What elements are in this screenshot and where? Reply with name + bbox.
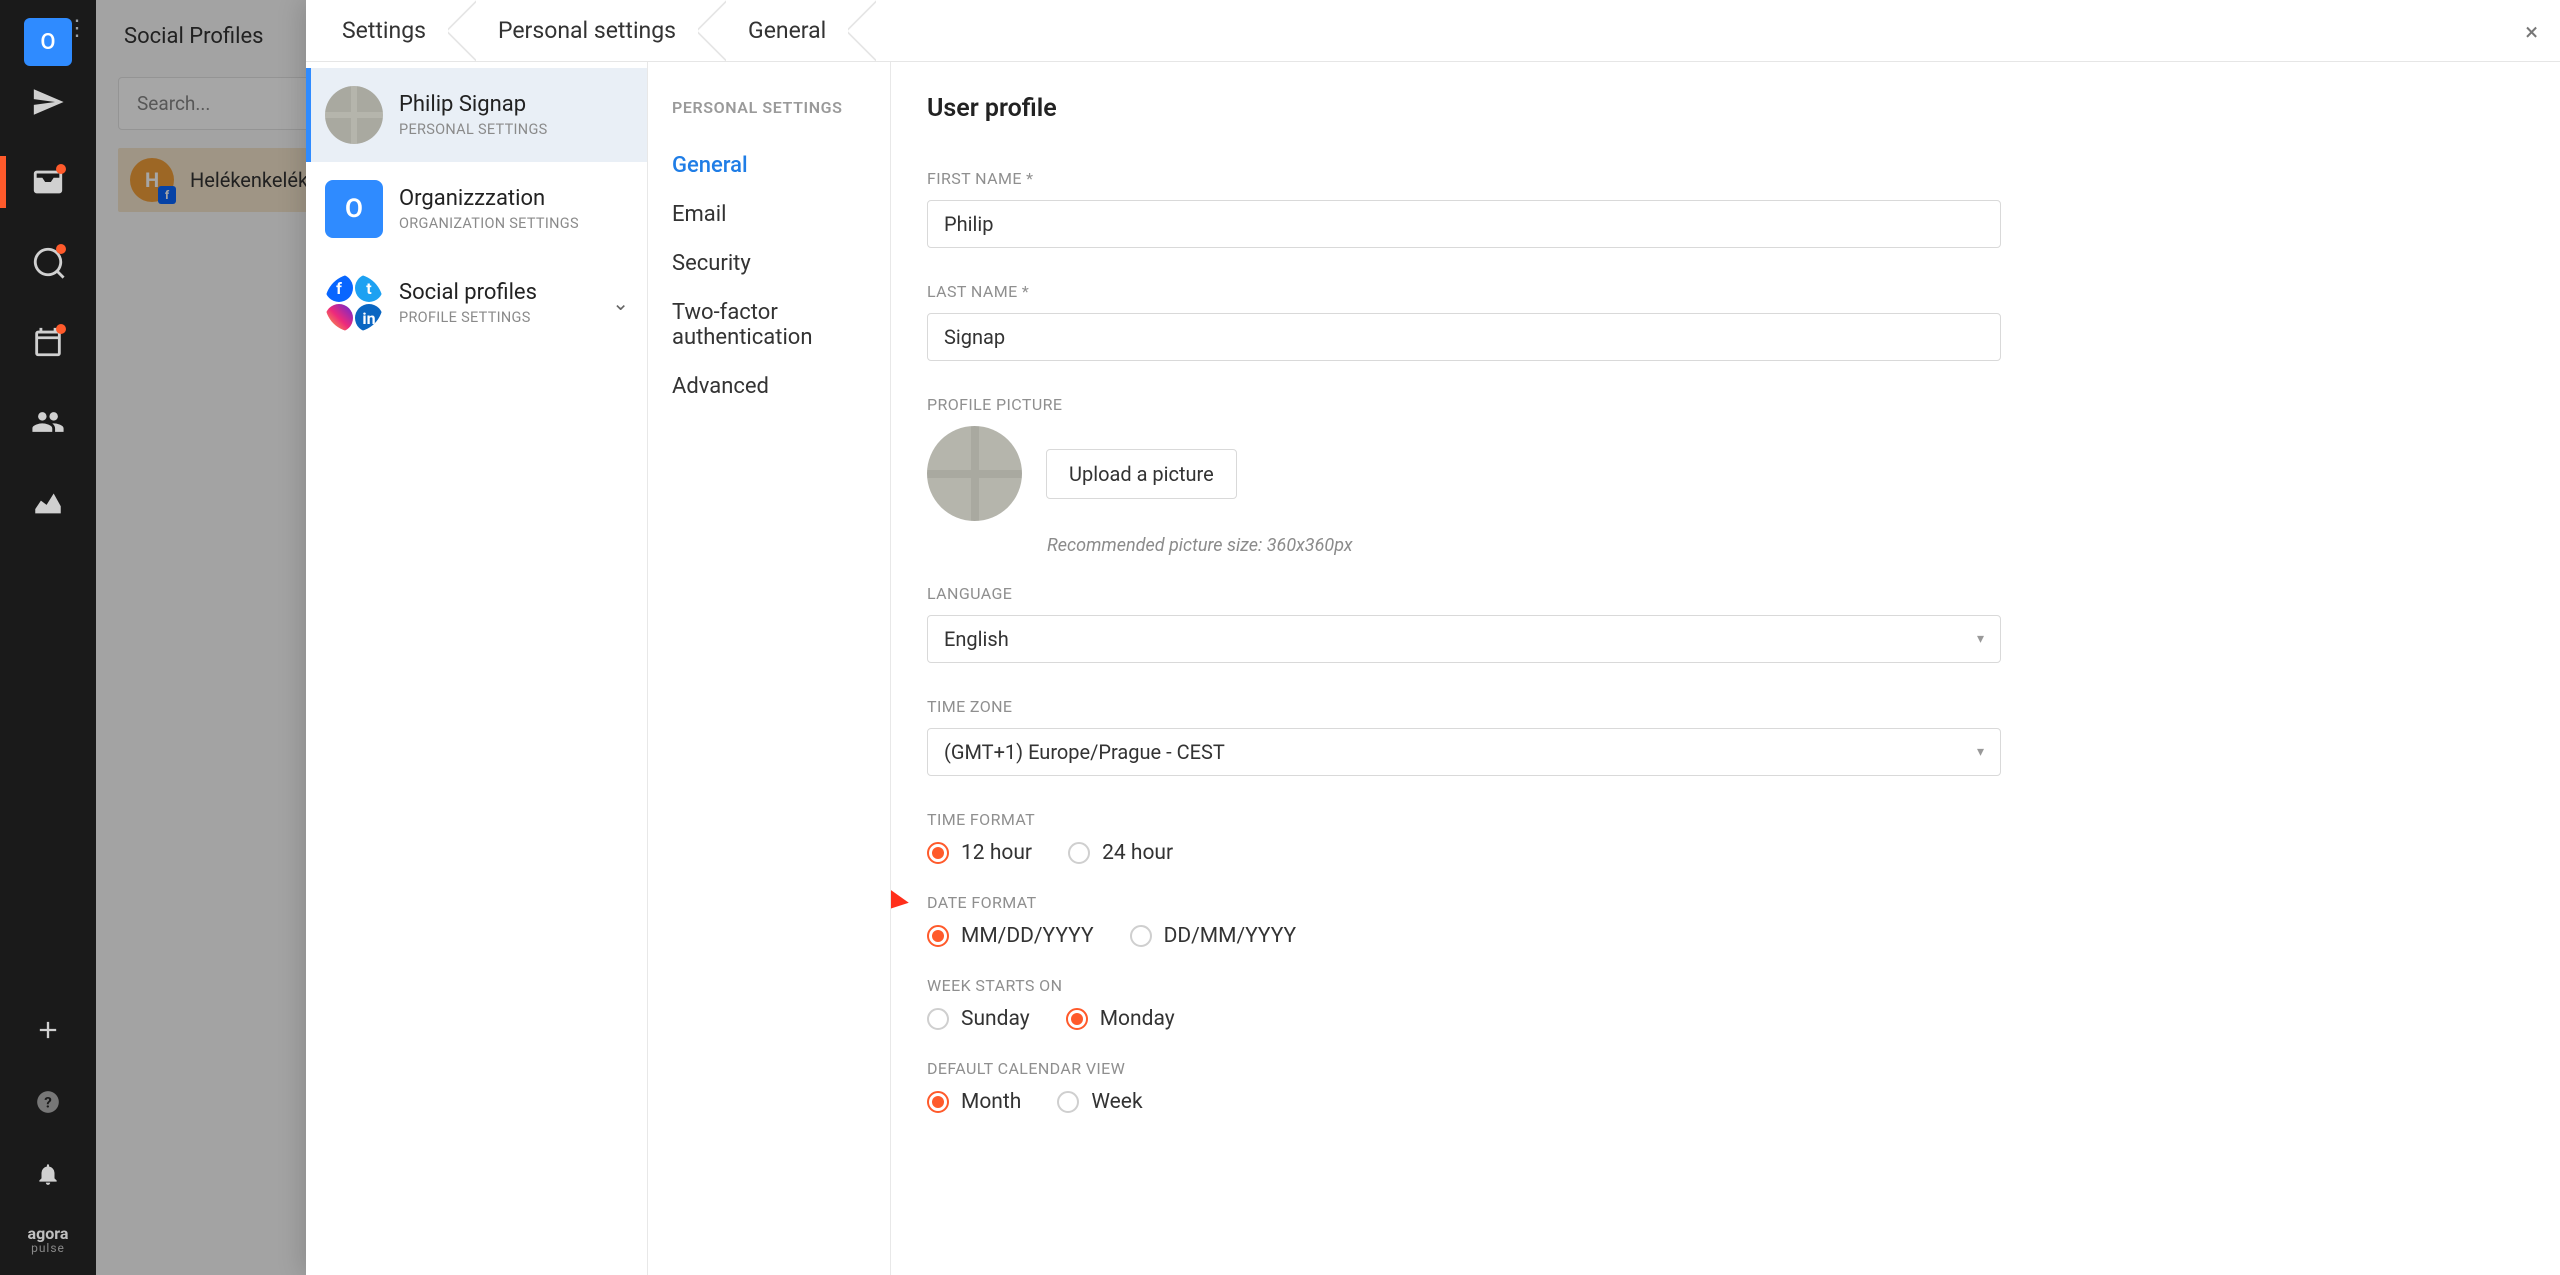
avatar xyxy=(325,86,383,144)
account-organization[interactable]: O Organizzzation ORGANIZATION SETTINGS xyxy=(306,162,647,256)
time-format-24h[interactable]: 24 hour xyxy=(1068,841,1173,865)
workspace-switcher[interactable]: O xyxy=(24,18,72,66)
last-name-input[interactable] xyxy=(927,313,2001,361)
week-start-label: WEEK STARTS ON xyxy=(927,976,2516,995)
settings-modal: Settings Personal settings General × Phi… xyxy=(306,0,2560,1275)
crumb-settings[interactable]: Settings xyxy=(306,0,462,62)
time-format-group: 12 hour 24 hour xyxy=(927,841,2516,865)
radio-icon xyxy=(927,842,949,864)
crumb-personal[interactable]: Personal settings xyxy=(462,0,712,62)
section-advanced[interactable]: Advanced xyxy=(672,362,866,411)
account-title: Social profiles xyxy=(399,280,537,305)
upload-picture-button[interactable]: Upload a picture xyxy=(1046,449,1237,499)
profile-picture-label: PROFILE PICTURE xyxy=(927,395,2516,414)
account-title: Philip Signap xyxy=(399,92,548,117)
date-format-label: DATE FORMAT xyxy=(927,893,2516,912)
language-select[interactable]: English ▾ xyxy=(927,615,2001,663)
account-personal[interactable]: Philip Signap PERSONAL SETTINGS xyxy=(306,68,647,162)
workspace-menu-icon[interactable]: ⋮ xyxy=(66,18,88,40)
calendar-view-week[interactable]: Week xyxy=(1057,1090,1142,1114)
add-icon[interactable] xyxy=(28,1010,68,1050)
language-label: LANGUAGE xyxy=(927,584,2516,603)
account-title: Organizzzation xyxy=(399,186,579,211)
close-icon[interactable]: × xyxy=(2525,18,2538,46)
settings-sections-column: PERSONAL SETTINGS General Email Security… xyxy=(648,62,891,1275)
brand-logo: agora pulse xyxy=(28,1226,69,1255)
account-subtitle: PERSONAL SETTINGS xyxy=(399,121,548,138)
first-name-label: FIRST NAME * xyxy=(927,169,2516,188)
notification-dot xyxy=(56,324,66,334)
section-security[interactable]: Security xyxy=(672,239,866,288)
date-format-group: MM/DD/YYYY DD/MM/YYYY xyxy=(927,924,2516,948)
app-rail: O ⋮ ? xyxy=(0,0,96,1275)
instagram-icon xyxy=(325,304,353,332)
account-social-profiles[interactable]: f t in Social profiles PROFILE SETTINGS … xyxy=(306,256,647,350)
account-subtitle: PROFILE SETTINGS xyxy=(399,309,537,326)
chevron-down-icon: ▾ xyxy=(1977,631,1984,647)
chevron-down-icon[interactable]: ⌄ xyxy=(612,291,629,315)
week-start-sunday[interactable]: Sunday xyxy=(927,1007,1030,1031)
section-general[interactable]: General xyxy=(672,141,866,190)
form-title: User profile xyxy=(927,94,2516,123)
radio-icon xyxy=(1130,925,1152,947)
notification-dot xyxy=(56,164,66,174)
section-two-factor[interactable]: Two-factor authentication xyxy=(672,288,866,362)
section-email[interactable]: Email xyxy=(672,190,866,239)
first-name-input[interactable] xyxy=(927,200,2001,248)
time-format-12h[interactable]: 12 hour xyxy=(927,841,1032,865)
last-name-label: LAST NAME * xyxy=(927,282,2516,301)
radio-icon xyxy=(1068,842,1090,864)
crumb-general[interactable]: General xyxy=(712,0,862,62)
users-icon[interactable] xyxy=(28,402,68,442)
language-value: English xyxy=(944,627,1009,651)
facebook-icon: f xyxy=(325,274,353,302)
week-start-group: Sunday Monday xyxy=(927,1007,2516,1031)
radio-icon xyxy=(927,925,949,947)
time-format-label: TIME FORMAT xyxy=(927,810,2516,829)
calendar-view-month[interactable]: Month xyxy=(927,1090,1021,1114)
settings-accounts-column: Philip Signap PERSONAL SETTINGS O Organi… xyxy=(306,62,648,1275)
twitter-icon: t xyxy=(355,274,383,302)
sections-header: PERSONAL SETTINGS xyxy=(672,98,866,117)
publish-icon[interactable] xyxy=(28,82,68,122)
annotation-arrow-icon xyxy=(891,652,933,932)
help-icon[interactable]: ? xyxy=(28,1082,68,1122)
listening-icon[interactable] xyxy=(28,242,68,282)
inbox-icon[interactable] xyxy=(28,162,68,202)
calendar-icon[interactable] xyxy=(28,322,68,362)
date-format-ddmmyyyy[interactable]: DD/MM/YYYY xyxy=(1130,924,1297,948)
avatar: f t in xyxy=(325,274,383,332)
settings-form: User profile FIRST NAME * LAST NAME * PR… xyxy=(891,62,2560,1275)
date-format-mmddyyyy[interactable]: MM/DD/YYYY xyxy=(927,924,1094,948)
timezone-label: TIME ZONE xyxy=(927,697,2516,716)
radio-icon xyxy=(1057,1091,1079,1113)
account-subtitle: ORGANIZATION SETTINGS xyxy=(399,215,579,232)
linkedin-icon: in xyxy=(355,304,383,332)
svg-text:?: ? xyxy=(44,1093,52,1111)
avatar: O xyxy=(325,180,383,238)
profile-picture-hint: Recommended picture size: 360x360px xyxy=(1047,535,2516,556)
chevron-down-icon: ▾ xyxy=(1977,744,1984,760)
breadcrumb: Settings Personal settings General × xyxy=(306,0,2560,62)
notifications-icon[interactable] xyxy=(28,1154,68,1194)
notification-dot xyxy=(56,244,66,254)
week-start-monday[interactable]: Monday xyxy=(1066,1007,1175,1031)
calendar-view-label: DEFAULT CALENDAR VIEW xyxy=(927,1059,2516,1078)
reports-icon[interactable] xyxy=(28,482,68,522)
timezone-select[interactable]: (GMT+1) Europe/Prague - CEST ▾ xyxy=(927,728,2001,776)
calendar-view-group: Month Week xyxy=(927,1090,2516,1114)
radio-icon xyxy=(1066,1008,1088,1030)
radio-icon xyxy=(927,1008,949,1030)
timezone-value: (GMT+1) Europe/Prague - CEST xyxy=(944,740,1225,764)
radio-icon xyxy=(927,1091,949,1113)
profile-picture-avatar xyxy=(927,426,1022,521)
